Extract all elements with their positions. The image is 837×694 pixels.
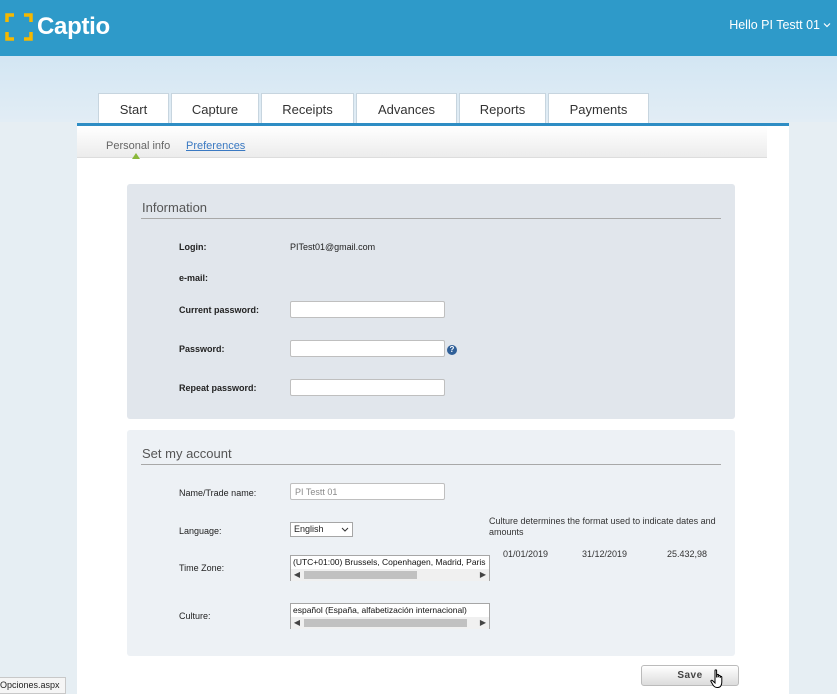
divider xyxy=(141,218,721,219)
chevron-down-icon xyxy=(341,527,349,532)
tab-receipts[interactable]: Receipts xyxy=(261,93,354,124)
tab-payments[interactable]: Payments xyxy=(548,93,649,124)
sample-date-start: 01/01/2019 xyxy=(503,549,549,559)
language-value: English xyxy=(294,524,324,534)
horizontal-scrollbar[interactable]: ◀ ▶ xyxy=(291,617,489,629)
help-icon[interactable]: ? xyxy=(447,345,457,355)
content-panel: Personal info Preferences Information Lo… xyxy=(77,123,789,694)
scrollbar-thumb[interactable] xyxy=(304,571,417,579)
captio-logo[interactable]: Captio xyxy=(5,12,110,42)
sample-date-end: 31/12/2019 xyxy=(582,549,628,559)
logo-brackets-icon xyxy=(5,13,33,41)
current-password-label: Current password: xyxy=(179,305,260,315)
information-section: Information Login: PITest01@gmail.com e-… xyxy=(127,184,735,419)
current-password-input[interactable] xyxy=(290,301,445,318)
login-label: Login: xyxy=(179,242,207,252)
scroll-left-arrow-icon[interactable]: ◀ xyxy=(291,569,303,581)
sample-amount: 25.432,98 xyxy=(667,549,708,559)
top-bar: Captio Hello PI Testt 01 xyxy=(0,0,837,56)
name-label: Name/Trade name: xyxy=(179,488,257,498)
repeat-password-input[interactable] xyxy=(290,379,445,396)
tab-advances[interactable]: Advances xyxy=(356,93,457,124)
language-label: Language: xyxy=(179,526,222,536)
email-label: e-mail: xyxy=(179,273,209,283)
main-tabs: Start Capture Receipts Advances Reports … xyxy=(98,93,651,124)
culture-option[interactable]: español (España, alfabetización internac… xyxy=(291,604,489,617)
tab-start[interactable]: Start xyxy=(98,93,169,124)
logo-text: Captio xyxy=(37,13,110,40)
hand-cursor-icon xyxy=(710,669,723,688)
password-input[interactable] xyxy=(290,340,445,357)
subnav-personal-info[interactable]: Personal info xyxy=(106,140,170,152)
login-value: PITest01@gmail.com xyxy=(290,242,376,252)
tab-reports[interactable]: Reports xyxy=(459,93,546,124)
password-label: Password: xyxy=(179,344,225,354)
section-title: Information xyxy=(142,200,208,215)
timezone-listbox[interactable]: (UTC+01:00) Brussels, Copenhagen, Madrid… xyxy=(290,555,490,581)
timezone-label: Time Zone: xyxy=(179,563,225,573)
culture-label: Culture: xyxy=(179,611,211,621)
section-title: Set my account xyxy=(142,446,232,461)
timezone-option[interactable]: (UTC+01:00) Brussels, Copenhagen, Madrid… xyxy=(291,556,489,569)
language-select[interactable]: English xyxy=(290,522,353,537)
scrollbar-thumb[interactable] xyxy=(304,619,467,627)
account-section: Set my account Name/Trade name: Language… xyxy=(127,430,735,656)
culture-listbox[interactable]: español (España, alfabetización internac… xyxy=(290,603,490,629)
chevron-down-icon xyxy=(823,23,831,28)
tab-capture[interactable]: Capture xyxy=(171,93,259,124)
active-tab-marker xyxy=(132,153,140,159)
scroll-left-arrow-icon[interactable]: ◀ xyxy=(291,617,303,629)
user-greeting: Hello PI Testt 01 xyxy=(729,18,820,32)
user-menu[interactable]: Hello PI Testt 01 xyxy=(729,18,831,32)
sub-navigation: Personal info Preferences xyxy=(77,126,767,159)
scroll-right-arrow-icon[interactable]: ▶ xyxy=(477,617,489,629)
browser-status-bar: Opciones.aspx xyxy=(0,677,66,694)
horizontal-scrollbar[interactable]: ◀ ▶ xyxy=(291,569,489,581)
name-input[interactable] xyxy=(290,483,445,500)
divider xyxy=(141,464,721,465)
repeat-password-label: Repeat password: xyxy=(179,383,257,393)
subnav-preferences-link[interactable]: Preferences xyxy=(186,140,245,152)
scroll-right-arrow-icon[interactable]: ▶ xyxy=(477,569,489,581)
culture-note: Culture determines the format used to in… xyxy=(489,516,716,537)
